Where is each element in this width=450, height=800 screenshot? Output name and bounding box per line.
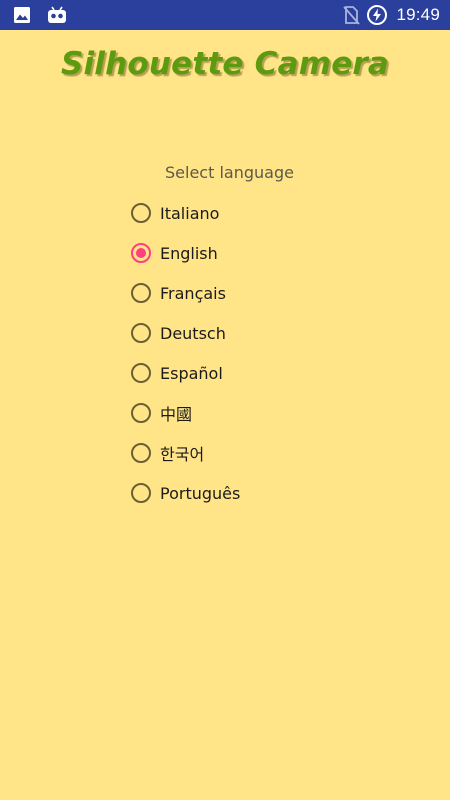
status-bar-notifications (13, 6, 68, 24)
language-option-francais[interactable]: Français (131, 273, 240, 313)
radio-button[interactable] (131, 483, 151, 503)
language-option-label: Português (160, 483, 241, 503)
radio-button[interactable] (131, 203, 151, 223)
language-option-label: Español (160, 363, 223, 383)
radio-button[interactable] (131, 363, 151, 383)
language-option-label: 한국어 (160, 445, 205, 464)
status-bar: 19:49 (0, 0, 450, 30)
select-language-label: Select language (165, 163, 294, 182)
no-sim-icon (342, 5, 361, 25)
language-option-label: Français (160, 283, 226, 303)
language-option-deutsch[interactable]: Deutsch (131, 313, 240, 353)
language-radio-group: Italiano English Français Deutsch Españo… (131, 193, 240, 513)
language-option-chinese[interactable]: 中國 (131, 393, 240, 433)
language-option-english[interactable]: English (131, 233, 240, 273)
android-debug-icon (46, 6, 68, 24)
radio-button[interactable] (131, 403, 151, 423)
radio-button[interactable] (131, 283, 151, 303)
language-option-portugues[interactable]: Português (131, 473, 240, 513)
status-bar-system: 19:49 (342, 4, 440, 26)
language-option-korean[interactable]: 한국어 (131, 433, 240, 473)
clock: 19:49 (396, 5, 440, 24)
radio-button[interactable] (131, 323, 151, 343)
image-icon (13, 6, 31, 24)
radio-button[interactable] (131, 443, 151, 463)
language-option-label: English (160, 243, 218, 263)
language-option-label: Italiano (160, 203, 220, 223)
app-title: Silhouette Camera (60, 46, 390, 82)
battery-charging-icon (366, 4, 388, 26)
language-option-label: 中國 (160, 405, 193, 424)
radio-button-checked[interactable] (131, 243, 151, 263)
language-option-espanol[interactable]: Español (131, 353, 240, 393)
language-option-italiano[interactable]: Italiano (131, 193, 240, 233)
language-option-label: Deutsch (160, 323, 226, 343)
